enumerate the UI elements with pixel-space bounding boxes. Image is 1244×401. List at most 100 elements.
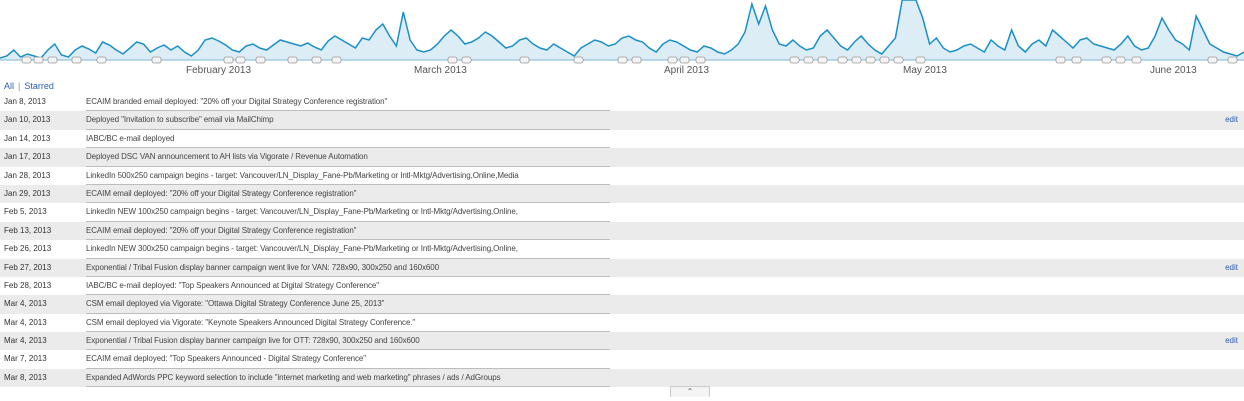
- annotation-text: Expanded AdWords PPC keyword selection t…: [86, 369, 610, 388]
- annotation-marker: [817, 56, 828, 64]
- annotation-date: Jan 29, 2013: [4, 188, 51, 198]
- annotation-marker: [695, 56, 706, 64]
- annotation-marker: [331, 56, 342, 64]
- annotation-date: Mar 4, 2013: [4, 299, 47, 309]
- month-label-apr: April 2013: [664, 65, 710, 76]
- annotation-text: CSM email deployed via Vigorate: "Keynot…: [86, 314, 610, 333]
- annotation-date: Jan 8, 2013: [4, 97, 46, 106]
- annotation-text: CSM email deployed via Vigorate: "Ottawa…: [86, 295, 610, 314]
- annotation-date: Feb 5, 2013: [4, 207, 47, 217]
- annotation-marker: [879, 56, 890, 64]
- edit-annotation-link[interactable]: edit: [1225, 111, 1238, 129]
- annotation-marker: [865, 56, 876, 64]
- annotation-date: Jan 14, 2013: [4, 133, 51, 143]
- collapse-annotations-button[interactable]: ⌃: [670, 386, 710, 397]
- annotation-marker: [1055, 56, 1066, 64]
- annotation-marker: [851, 56, 862, 64]
- annotation-marker: [1227, 56, 1238, 64]
- annotation-date: Mar 4, 2013: [4, 336, 47, 346]
- annotation-row[interactable]: Feb 5, 2013 LinkedIn NEW 100x250 campaign…: [0, 203, 1244, 222]
- annotation-row[interactable]: Jan 17, 2013 Deployed DSC VAN announcemen…: [0, 148, 1244, 167]
- annotation-marker: [447, 56, 458, 64]
- annotation-marker: [151, 56, 162, 64]
- sparkline-area: [0, 0, 1244, 60]
- annotation-date: Jan 28, 2013: [4, 170, 51, 180]
- annotation-row[interactable]: Mar 4, 2013 Exponential / Tribal Fusion d…: [0, 332, 1244, 351]
- annotation-filters: All | Starred: [4, 81, 54, 91]
- annotation-marker: [631, 56, 642, 64]
- annotation-marker: [33, 56, 44, 64]
- annotation-marker: [789, 56, 800, 64]
- annotation-text: Deployed DSC VAN announcement to AH list…: [86, 148, 610, 167]
- annotation-marker: [573, 56, 584, 64]
- annotation-text: Exponential / Tribal Fusion display bann…: [86, 259, 610, 277]
- annotation-text: LinkedIn NEW 300x250 campaign begins - t…: [86, 240, 610, 259]
- annotation-row[interactable]: Feb 27, 2013 Exponential / Tribal Fusion …: [0, 258, 1244, 277]
- annotation-marker: [287, 56, 298, 64]
- annotation-marker: [915, 56, 926, 64]
- annotation-date: Feb 28, 2013: [4, 280, 52, 290]
- annotation-text: ECAIM email deployed: "20% off your Digi…: [86, 222, 610, 241]
- annotation-text: ECAIM email deployed: "20% off your Digi…: [86, 185, 610, 204]
- annotation-marker: [255, 56, 266, 64]
- annotation-text: ECAIM branded email deployed: "20% off y…: [86, 93, 610, 112]
- month-label-feb: February 2013: [186, 65, 252, 76]
- annotation-text: Deployed "Invitation to subscribe" email…: [86, 111, 610, 130]
- annotation-row[interactable]: Jan 8, 2013 ECAIM branded email deployed:…: [0, 93, 1244, 112]
- annotation-text: ECAIM email deployed: "Top Speakers Anno…: [86, 350, 610, 369]
- annotation-row[interactable]: Mar 4, 2013 CSM email deployed via Vigora…: [0, 295, 1244, 314]
- annotation-marker: [617, 56, 628, 64]
- annotation-marker: [223, 56, 234, 64]
- annotation-date: Feb 27, 2013: [4, 262, 52, 272]
- month-label-mar: March 2013: [414, 65, 467, 76]
- annotation-date: Feb 26, 2013: [4, 244, 52, 254]
- filter-starred-link[interactable]: Starred: [24, 81, 54, 91]
- annotation-marker: [47, 56, 58, 64]
- annotation-marker: [679, 56, 690, 64]
- annotation-marker: [803, 56, 814, 64]
- annotation-marker: [893, 56, 904, 64]
- filter-all-link[interactable]: All: [4, 81, 14, 91]
- annotation-text: Exponential / Tribal Fusion display bann…: [86, 332, 610, 351]
- annotation-row[interactable]: Jan 14, 2013 IABC/BC e-mail deployed: [0, 130, 1244, 149]
- annotation-marker: [235, 56, 246, 64]
- annotation-row[interactable]: Mar 7, 2013 ECAIM email deployed: "Top Sp…: [0, 350, 1244, 369]
- annotation-marker: [461, 56, 472, 64]
- annotation-text: IABC/BC e-mail deployed: [86, 130, 610, 149]
- annotation-date: Mar 7, 2013: [4, 354, 47, 364]
- edit-annotation-link[interactable]: edit: [1225, 259, 1238, 277]
- annotation-row[interactable]: Jan 28, 2013 LinkedIn 500x250 campaign be…: [0, 167, 1244, 185]
- annotation-row[interactable]: Feb 13, 2013 ECAIM email deployed: "20% o…: [0, 221, 1244, 241]
- annotation-marker: [21, 56, 32, 64]
- annotation-date: Jan 10, 2013: [4, 115, 51, 125]
- annotation-date: Feb 13, 2013: [4, 225, 52, 235]
- annotation-marker: [519, 56, 530, 64]
- annotation-row[interactable]: Feb 28, 2013 IABC/BC e-mail deployed: "To…: [0, 277, 1244, 296]
- month-label-may: May 2013: [903, 65, 947, 76]
- annotation-marker: [71, 56, 82, 64]
- annotation-marker: [667, 56, 678, 64]
- annotation-marker: [311, 56, 322, 64]
- annotation-date: Jan 17, 2013: [4, 152, 51, 162]
- month-label-jun: June 2013: [1150, 65, 1197, 76]
- annotation-text: LinkedIn 500x250 campaign begins - targe…: [86, 167, 610, 185]
- annotation-row[interactable]: Jan 10, 2013 Deployed "Invitation to subs…: [0, 111, 1244, 130]
- annotation-row[interactable]: Mar 8, 2013 Expanded AdWords PPC keyword …: [0, 368, 1244, 388]
- edit-annotation-link[interactable]: edit: [1225, 332, 1238, 350]
- annotation-marker: [1207, 56, 1218, 64]
- timeline-chart[interactable]: February 2013 March 2013 April 2013 May …: [0, 0, 1244, 78]
- annotation-marker: [1071, 56, 1082, 64]
- annotation-row[interactable]: Jan 29, 2013 ECAIM email deployed: "20% o…: [0, 184, 1244, 204]
- annotation-marker: [1115, 56, 1126, 64]
- annotation-text: IABC/BC e-mail deployed: "Top Speakers A…: [86, 277, 610, 296]
- annotation-marker: [837, 56, 848, 64]
- annotation-list: Jan 8, 2013 ECAIM branded email deployed:…: [0, 93, 1244, 388]
- annotation-date: Mar 4, 2013: [4, 317, 47, 327]
- traffic-sparkline: [0, 0, 1244, 64]
- annotation-marker: [96, 56, 107, 64]
- annotation-text: LinkedIn NEW 100x250 campaign begins - t…: [86, 203, 610, 222]
- annotation-marker: [1101, 56, 1112, 64]
- annotation-marker: [1131, 56, 1142, 64]
- annotation-row[interactable]: Mar 4, 2013 CSM email deployed via Vigora…: [0, 314, 1244, 333]
- annotation-row[interactable]: Feb 26, 2013 LinkedIn NEW 300x250 campaig…: [0, 240, 1244, 259]
